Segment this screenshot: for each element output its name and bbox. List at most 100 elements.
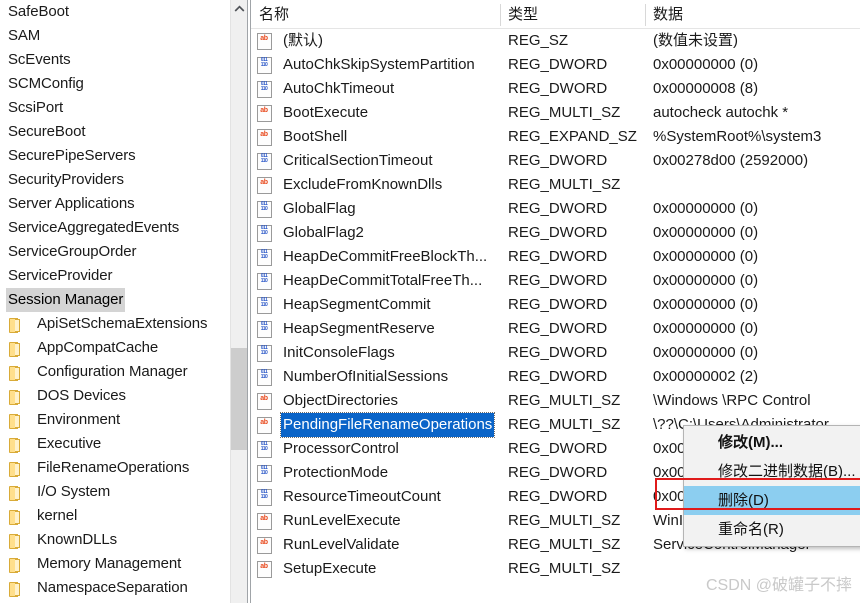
csdn-watermark: CSDN @破罐子不摔 bbox=[705, 577, 852, 594]
value-name: (默认) bbox=[283, 32, 323, 49]
value-type: REG_DWORD bbox=[508, 248, 608, 265]
table-row[interactable]: ab ExcludeFromKnownDlls REG_MULTI_SZ bbox=[251, 173, 860, 197]
table-row[interactable]: 011 110 HeapSegmentCommit REG_DWORD 0x000000… bbox=[251, 293, 860, 317]
tree-item-label: I/O System bbox=[37, 483, 111, 500]
context-menu-item[interactable]: 删除(D) bbox=[684, 486, 860, 515]
folder-icon bbox=[8, 365, 25, 381]
value-data: 0x00000002 (2) bbox=[653, 368, 759, 385]
registry-value-list-pane: 名称 类型 数据 ab (默认) REG_SZ (数值未设置) 011 110 AutoCh… bbox=[251, 0, 860, 603]
tree-item[interactable]: SAM bbox=[0, 24, 247, 48]
context-menu[interactable]: 修改(M)... 修改二进制数据(B)... 删除(D) 重命名(R) bbox=[683, 425, 860, 547]
tree-item-label: DOS Devices bbox=[37, 387, 126, 404]
table-row[interactable]: ab BootShell REG_EXPAND_SZ %SystemRoot%\sys… bbox=[251, 125, 860, 149]
tree-item[interactable]: SecurityProviders bbox=[0, 168, 247, 192]
table-row[interactable]: 011 110 GlobalFlag2 REG_DWORD 0x00000000 (0) bbox=[251, 221, 860, 245]
value-type: REG_MULTI_SZ bbox=[508, 536, 621, 553]
table-row[interactable]: 011 110 HeapDeCommitTotalFreeTh... REG_DWOR… bbox=[251, 269, 860, 293]
cell-name: 011 110 ProcessorControl bbox=[251, 437, 401, 461]
cell-name: ab BootExecute bbox=[251, 101, 370, 125]
tree-item[interactable]: SCMConfig bbox=[0, 72, 247, 96]
value-type: REG_MULTI_SZ bbox=[508, 392, 621, 409]
tree-item[interactable]: Configuration Manager bbox=[0, 360, 247, 384]
tree-item[interactable]: ServiceAggregatedEvents bbox=[0, 216, 247, 240]
table-row[interactable]: 011 110 NumberOfInitialSessions REG_DWORD 0x… bbox=[251, 365, 860, 389]
dword-value-icon: 011 110 bbox=[257, 225, 274, 242]
tree-item-label: Memory Management bbox=[37, 555, 182, 572]
tree-item-label: AppCompatCache bbox=[37, 339, 159, 356]
tree-item[interactable]: Server Applications bbox=[0, 192, 247, 216]
table-row[interactable]: ab (默认) REG_SZ (数值未设置) bbox=[251, 29, 860, 53]
tree-item[interactable]: Memory Management bbox=[0, 552, 247, 576]
tree-item-label: SecureBoot bbox=[8, 123, 86, 140]
cell-name: ab ExcludeFromKnownDlls bbox=[251, 173, 444, 197]
value-name: InitConsoleFlags bbox=[283, 344, 395, 361]
tree-item[interactable]: FileRenameOperations bbox=[0, 456, 247, 480]
context-menu-item[interactable]: 重命名(R) bbox=[684, 515, 860, 544]
tree-item[interactable]: SecureBoot bbox=[0, 120, 247, 144]
cell-name: ab PendingFileRenameOperations bbox=[251, 412, 496, 438]
tree-item[interactable]: kernel bbox=[0, 504, 247, 528]
string-value-icon: ab bbox=[257, 177, 274, 194]
tree-item-label: SecurityProviders bbox=[8, 171, 124, 188]
table-row[interactable]: 011 110 HeapSegmentReserve REG_DWORD 0x00000… bbox=[251, 317, 860, 341]
table-row[interactable]: ab ObjectDirectories REG_MULTI_SZ \Windows … bbox=[251, 389, 860, 413]
value-type: REG_MULTI_SZ bbox=[508, 560, 621, 577]
table-row[interactable]: 011 110 AutoChkTimeout REG_DWORD 0x00000008 … bbox=[251, 77, 860, 101]
column-header-data[interactable]: 数据 bbox=[645, 0, 683, 29]
tree-item[interactable]: DOS Devices bbox=[0, 384, 247, 408]
context-menu-item[interactable]: 修改(M)... bbox=[684, 428, 860, 457]
column-header-name[interactable]: 名称 bbox=[251, 0, 289, 29]
tree-item[interactable]: ScEvents bbox=[0, 48, 247, 72]
folder-icon bbox=[8, 509, 25, 525]
cell-name: 011 110 HeapSegmentReserve bbox=[251, 317, 437, 341]
scroll-up-button[interactable] bbox=[231, 0, 247, 17]
cell-name: ab BootShell bbox=[251, 125, 349, 149]
dword-value-icon: 011 110 bbox=[257, 465, 274, 482]
table-row[interactable]: 011 110 AutoChkSkipSystemPartition REG_DWOR… bbox=[251, 53, 860, 77]
tree-vertical-scrollbar[interactable] bbox=[230, 0, 247, 603]
tree-item-label: NamespaceSeparation bbox=[37, 579, 188, 596]
tree-item[interactable]: Executive bbox=[0, 432, 247, 456]
table-row[interactable]: 011 110 HeapDeCommitFreeBlockTh... REG_DWOR… bbox=[251, 245, 860, 269]
tree-item[interactable]: ServiceGroupOrder bbox=[0, 240, 247, 264]
table-row[interactable]: ab BootExecute REG_MULTI_SZ autocheck autoc… bbox=[251, 101, 860, 125]
table-row[interactable]: 011 110 GlobalFlag REG_DWORD 0x00000000 (0) bbox=[251, 197, 860, 221]
tree-item[interactable]: KnownDLLs bbox=[0, 528, 247, 552]
cell-name: 011 110 AutoChkSkipSystemPartition bbox=[251, 53, 477, 77]
column-header-type[interactable]: 类型 bbox=[500, 0, 538, 29]
tree-item[interactable]: Session Manager bbox=[0, 288, 247, 312]
tree-item-label: Session Manager bbox=[6, 288, 126, 312]
tree-item[interactable]: ScsiPort bbox=[0, 96, 247, 120]
dword-value-icon: 011 110 bbox=[257, 369, 274, 386]
value-type: REG_DWORD bbox=[508, 224, 608, 241]
dword-value-icon: 011 110 bbox=[257, 345, 274, 362]
value-type: REG_DWORD bbox=[508, 152, 608, 169]
tree-item[interactable]: Environment bbox=[0, 408, 247, 432]
tree-item-label: ServiceProvider bbox=[8, 267, 113, 284]
context-menu-item[interactable]: 修改二进制数据(B)... bbox=[684, 457, 860, 486]
value-data: 0x00000000 (0) bbox=[653, 56, 759, 73]
dword-value-icon: 011 110 bbox=[257, 81, 274, 98]
scroll-thumb[interactable] bbox=[231, 348, 247, 450]
value-name: PendingFileRenameOperations bbox=[279, 412, 496, 438]
tree-item[interactable]: SafeBoot bbox=[0, 0, 247, 24]
cell-name: ab (默认) bbox=[251, 29, 325, 53]
value-type: REG_EXPAND_SZ bbox=[508, 128, 637, 145]
value-name: ObjectDirectories bbox=[283, 392, 399, 409]
tree-item[interactable]: ApiSetSchemaExtensions bbox=[0, 312, 247, 336]
registry-editor-window: SafeBoot SAM ScEvents SCMConfig ScsiPort Secu… bbox=[0, 0, 860, 603]
table-row[interactable]: 011 110 CriticalSectionTimeout REG_DWORD 0x0… bbox=[251, 149, 860, 173]
registry-key-tree-list[interactable]: SafeBoot SAM ScEvents SCMConfig ScsiPort Secu… bbox=[0, 0, 247, 603]
value-type: REG_DWORD bbox=[508, 56, 608, 73]
value-type: REG_DWORD bbox=[508, 200, 608, 217]
tree-item[interactable]: SecurePipeServers bbox=[0, 144, 247, 168]
tree-item[interactable]: ServiceProvider bbox=[0, 264, 247, 288]
tree-item[interactable]: NamespaceSeparation bbox=[0, 576, 247, 600]
string-value-icon: ab bbox=[257, 513, 274, 530]
dword-value-icon: 011 110 bbox=[257, 297, 274, 314]
tree-item[interactable]: AppCompatCache bbox=[0, 336, 247, 360]
table-row[interactable]: 011 110 InitConsoleFlags REG_DWORD 0x0000000… bbox=[251, 341, 860, 365]
tree-item[interactable]: I/O System bbox=[0, 480, 247, 504]
value-type: REG_SZ bbox=[508, 32, 569, 49]
value-name: HeapSegmentCommit bbox=[283, 296, 431, 313]
